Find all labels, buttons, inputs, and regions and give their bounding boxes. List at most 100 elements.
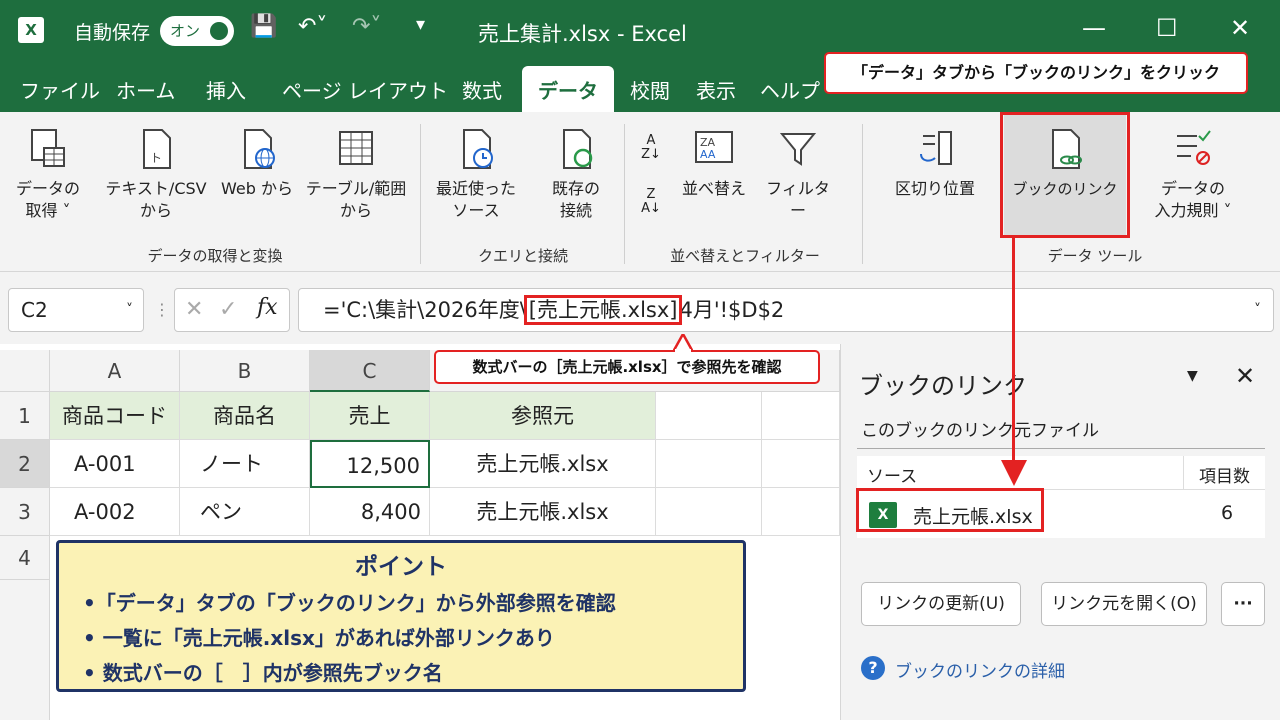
- point-item: • 一覧に「売上元帳.xlsx」があれば外部リンクあり: [83, 626, 555, 650]
- enter-check-icon[interactable]: ✓: [219, 297, 237, 322]
- excel-logo-icon: X: [18, 17, 44, 43]
- autosave-toggle[interactable]: オン: [160, 16, 234, 46]
- existing-connections-button[interactable]: 既存の 接続: [536, 126, 616, 222]
- from-web-button[interactable]: Web から: [218, 126, 296, 200]
- undo-icon[interactable]: ↶˅: [298, 14, 327, 39]
- validation-icon: [1177, 130, 1211, 165]
- count-column-header: 項目数: [1199, 467, 1250, 487]
- formula-input[interactable]: ='C:\集計\2026年度\[売上元帳.xlsx]4月'!$D$2 ˅: [298, 288, 1274, 332]
- tab-help[interactable]: ヘルプ: [760, 75, 820, 104]
- sort-label: 並べ替え: [681, 179, 746, 198]
- toggle-knob: [210, 22, 228, 40]
- arrow-head-icon: [1001, 460, 1027, 486]
- empty-cell[interactable]: [656, 488, 762, 536]
- formula-bar-area: C2 ˅ ⋮ ✕ ✓ fx ='C:\集計\2026年度\[売上元帳.xlsx]4…: [0, 272, 1280, 344]
- close-window-icon[interactable]: ✕: [1230, 14, 1250, 42]
- open-source-button[interactable]: リンク元を開く(O): [1041, 582, 1207, 626]
- sort-za-button[interactable]: Z A↓: [636, 188, 666, 216]
- sort-az-icon: A Z↓: [641, 133, 661, 162]
- table-header-cell[interactable]: 商品名: [180, 392, 310, 440]
- formula-prefix: ='C:\集計\2026年度\: [323, 298, 527, 322]
- data-validation-label: データの 入力規則 ˅: [1154, 179, 1232, 220]
- group-label-data-tools: データ ツール: [1047, 247, 1143, 265]
- column-header-c[interactable]: C: [310, 350, 430, 392]
- empty-cell[interactable]: [762, 440, 840, 488]
- from-table-button[interactable]: テーブル/範囲 から: [300, 126, 412, 222]
- name-box[interactable]: C2 ˅: [8, 288, 144, 332]
- book-links-help-link[interactable]: ブックのリンクの詳細: [895, 657, 1065, 682]
- tab-home[interactable]: ホーム: [116, 75, 175, 104]
- text-to-columns-button[interactable]: 区切り位置: [880, 126, 990, 200]
- callout-pointer-icon: [673, 334, 693, 352]
- arrow-line: [1012, 238, 1015, 466]
- group-label-get-transform: データの取得と変換: [147, 247, 283, 265]
- table-header-cell[interactable]: 商品コード: [50, 392, 180, 440]
- maximize-icon[interactable]: ☐: [1156, 14, 1178, 42]
- tab-review[interactable]: 校閲: [630, 75, 670, 104]
- cancel-icon[interactable]: ✕: [185, 297, 203, 322]
- table-header-cell[interactable]: 売上: [310, 392, 430, 440]
- data-validation-button[interactable]: データの 入力規則 ˅: [1138, 126, 1248, 222]
- tab-view[interactable]: 表示: [696, 75, 736, 104]
- pane-subtitle: このブックのリンク元ファイル: [861, 421, 1099, 441]
- link-item-count: 6: [1221, 502, 1234, 524]
- name-box-value: C2: [21, 298, 48, 322]
- more-options-button[interactable]: ···: [1221, 582, 1265, 626]
- tab-file[interactable]: ファイル: [20, 75, 100, 104]
- tab-insert[interactable]: 挿入: [206, 75, 246, 104]
- expand-formula-icon[interactable]: ˅: [1254, 289, 1261, 331]
- empty-cell[interactable]: [656, 392, 762, 440]
- top-callout: 「データ」タブから「ブックのリンク」をクリック: [824, 52, 1248, 94]
- row-header-2[interactable]: 2: [0, 440, 50, 488]
- pane-title: ブックのリンク: [859, 372, 1027, 400]
- divider: [857, 448, 1265, 449]
- empty-cell[interactable]: [656, 440, 762, 488]
- sort-icon: ZAAA: [695, 131, 733, 163]
- recent-clock-icon: [463, 129, 493, 169]
- sort-az-button[interactable]: A Z↓: [636, 134, 666, 162]
- column-divider: [1183, 456, 1184, 490]
- customize-toolbar-icon[interactable]: ▾: [416, 14, 425, 35]
- get-data-button[interactable]: データの 取得 ˅: [12, 126, 84, 222]
- column-header-a[interactable]: A: [50, 350, 180, 392]
- table-cell[interactable]: ノート: [180, 440, 310, 488]
- table-cell[interactable]: 売上元帳.xlsx: [430, 488, 656, 536]
- database-table-icon: [31, 129, 65, 167]
- table-cell[interactable]: 売上元帳.xlsx: [430, 440, 656, 488]
- column-header-b[interactable]: B: [180, 350, 310, 392]
- formula-external-ref: [売上元帳.xlsx]: [523, 295, 683, 325]
- close-pane-icon[interactable]: ✕: [1235, 362, 1255, 390]
- row-header-1[interactable]: 1: [0, 392, 50, 440]
- row-header-3[interactable]: 3: [0, 488, 50, 536]
- point-item: • 数式バーの［ ］内が参照先ブック名: [83, 661, 443, 685]
- link-source-highlight: [856, 488, 1044, 532]
- filter-button[interactable]: フィルター: [760, 126, 836, 222]
- redo-icon[interactable]: ↷˅: [352, 14, 381, 39]
- empty-cell[interactable]: [762, 392, 840, 440]
- save-icon[interactable]: 💾: [250, 14, 277, 39]
- recent-sources-label: 最近使った ソース: [435, 179, 516, 220]
- table-cell[interactable]: A-002: [50, 488, 180, 536]
- row-header-4[interactable]: 4: [0, 536, 50, 580]
- table-cell[interactable]: ペン: [180, 488, 310, 536]
- table-cell[interactable]: A-001: [50, 440, 180, 488]
- tab-formulas[interactable]: 数式: [462, 75, 502, 104]
- autosave-label: 自動保存: [74, 22, 151, 44]
- function-fx-icon[interactable]: fx: [257, 295, 278, 320]
- pane-options-icon[interactable]: ▼: [1187, 368, 1198, 384]
- sort-button[interactable]: ZA AA 並べ替え: [676, 126, 752, 200]
- group-label-queries: クエリと接続: [477, 247, 568, 265]
- table-cell[interactable]: 8,400: [310, 488, 430, 536]
- active-cell-c2[interactable]: 12,500: [310, 440, 430, 488]
- from-text-csv-button[interactable]: ト テキスト/CSV から: [104, 126, 208, 222]
- select-all-corner[interactable]: [0, 350, 50, 392]
- table-header-cell[interactable]: 参照元: [430, 392, 656, 440]
- tab-page-layout[interactable]: ページ レイアウト: [282, 75, 448, 104]
- get-data-label: データの 取得 ˅: [15, 179, 80, 220]
- help-icon[interactable]: ?: [861, 656, 885, 680]
- minimize-icon[interactable]: —: [1082, 14, 1106, 42]
- recent-sources-button[interactable]: 最近使った ソース: [428, 126, 524, 222]
- update-links-button[interactable]: リンクの更新(U): [861, 582, 1021, 626]
- tab-data[interactable]: データ: [522, 66, 614, 112]
- empty-cell[interactable]: [762, 488, 840, 536]
